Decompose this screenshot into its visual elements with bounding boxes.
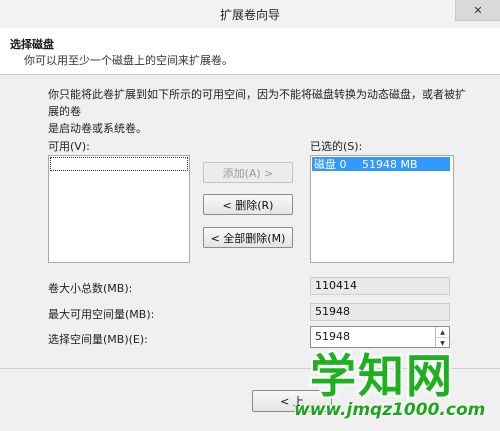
header-subtitle: 你可以用至少一个磁盘上的空间来扩展卷。	[24, 54, 233, 67]
header-title: 选择磁盘	[10, 38, 54, 51]
spinner-arrows: ▲ ▼	[435, 327, 449, 347]
max-space-label: 最大可用空间量(MB):	[48, 308, 155, 321]
wizard-header: 选择磁盘 你可以用至少一个磁盘上的空间来扩展卷。	[0, 28, 500, 75]
amount-label: 选择空间量(MB)(E):	[48, 333, 148, 346]
max-space-value: 51948	[310, 303, 450, 321]
window-title: 扩展卷向导	[219, 8, 280, 22]
selected-item-disk: 磁盘 0	[314, 158, 347, 171]
available-listbox[interactable]	[48, 155, 190, 263]
amount-input[interactable]: 51948	[315, 330, 350, 343]
title-bar: 扩展卷向导 ✕	[0, 0, 500, 29]
footer	[0, 369, 500, 431]
back-button[interactable]: < 上	[252, 390, 332, 412]
close-icon: ✕	[473, 3, 483, 17]
available-focus-row[interactable]	[50, 157, 188, 171]
spinner-up-icon[interactable]: ▲	[436, 327, 449, 338]
add-button[interactable]: 添加(A) >	[203, 162, 293, 183]
remove-button[interactable]: < 删除(R)	[203, 194, 293, 215]
close-button[interactable]: ✕	[455, 0, 500, 21]
remove-all-button[interactable]: < 全部删除(M)	[203, 227, 293, 248]
selected-item[interactable]: 磁盘 0 51948 MB	[312, 157, 450, 171]
selected-label: 已选的(S):	[310, 140, 363, 153]
total-size-label: 卷大小总数(MB):	[48, 282, 133, 295]
total-size-value: 110414	[310, 277, 450, 295]
spinner-down-icon[interactable]: ▼	[436, 338, 449, 348]
description-line-1: 你只能将此卷扩展到如下所示的可用空间，因为不能将磁盘转换为动态磁盘，或者被扩展的…	[48, 88, 466, 118]
selected-item-size: 51948 MB	[362, 157, 418, 171]
description-line-2: 是启动卷或系统卷。	[48, 122, 147, 135]
amount-spinner[interactable]: 51948 ▲ ▼	[310, 326, 450, 348]
available-label: 可用(V):	[48, 140, 90, 153]
selected-listbox[interactable]: 磁盘 0 51948 MB	[310, 155, 454, 263]
description: 你只能将此卷扩展到如下所示的可用空间，因为不能将磁盘转换为动态磁盘，或者被扩展的…	[48, 86, 468, 137]
